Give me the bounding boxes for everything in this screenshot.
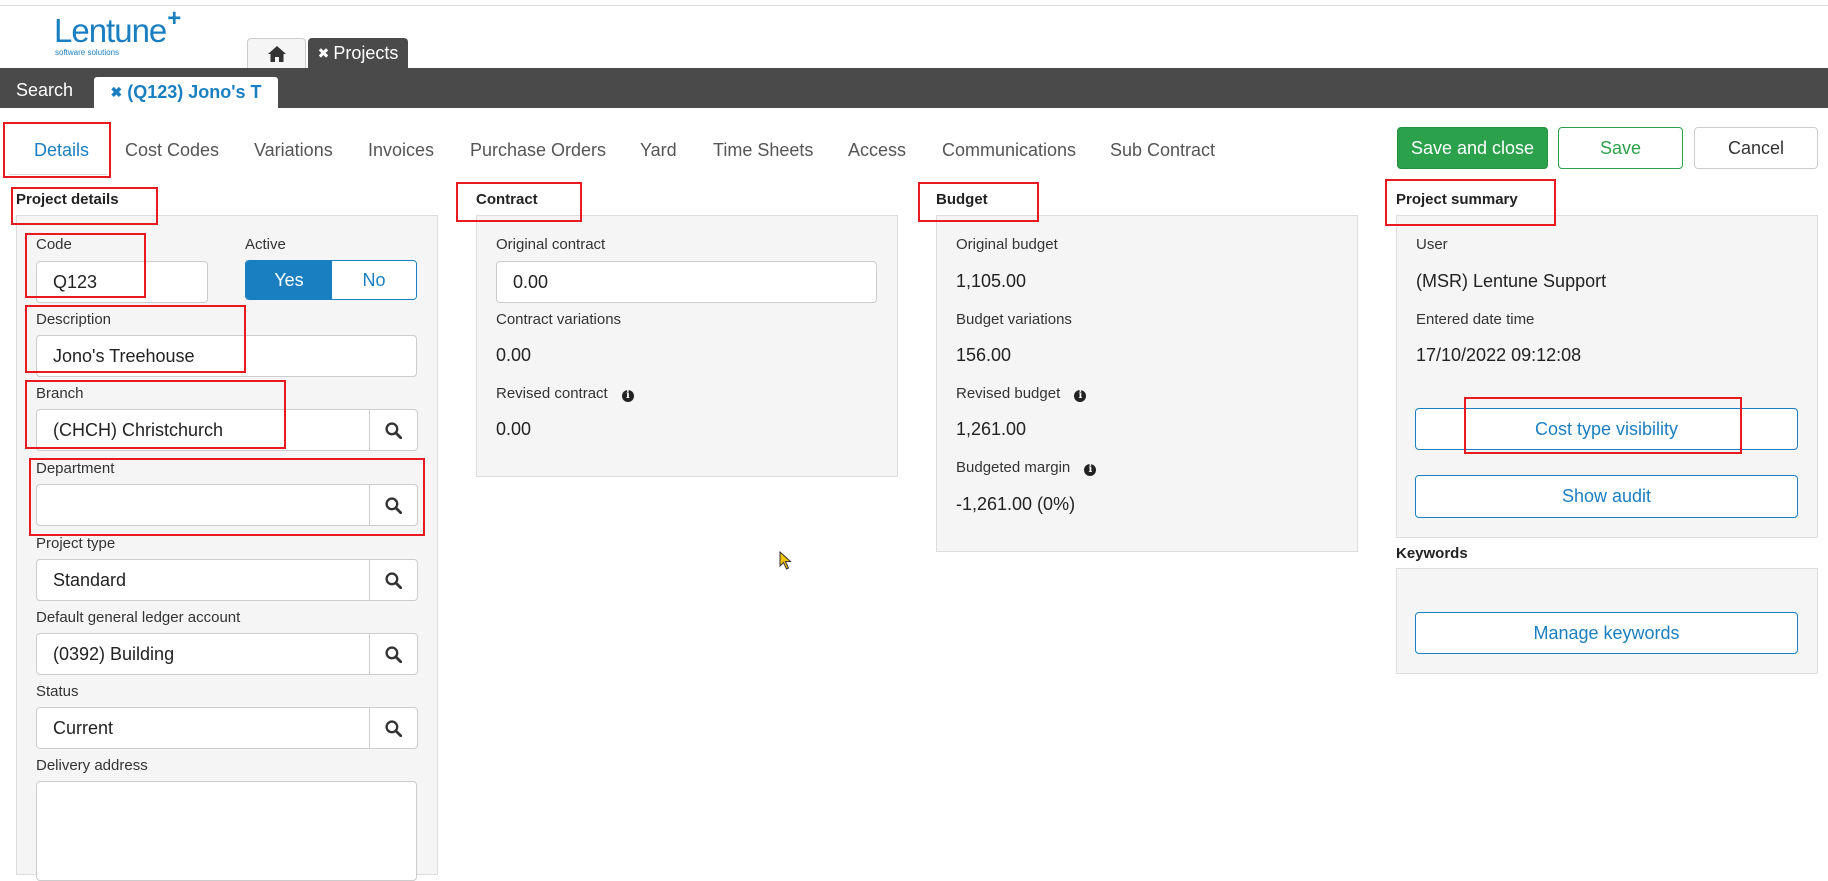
revised-budget-value: 1,261.00: [956, 419, 1027, 439]
tab-cost-codes[interactable]: Cost Codes: [125, 140, 219, 161]
budget-variations-label: Budget variations: [956, 311, 1072, 328]
manage-keywords-button[interactable]: Manage keywords: [1415, 612, 1798, 654]
info-icon[interactable]: i: [1074, 389, 1087, 402]
project-summary-title: Project summary: [1396, 191, 1518, 208]
contract-panel: [476, 215, 898, 477]
tab-invoices[interactable]: Invoices: [368, 140, 434, 161]
tab-variations[interactable]: Variations: [254, 140, 333, 161]
info-icon[interactable]: i: [1084, 463, 1097, 476]
project-type-search-button[interactable]: [369, 559, 418, 601]
search-icon: [385, 421, 402, 439]
status-search-button[interactable]: [369, 707, 418, 749]
revised-contract-label-text: Revised contract: [496, 385, 608, 402]
projects-tab-label: Projects: [333, 43, 399, 63]
department-search-button[interactable]: [369, 484, 418, 526]
revised-budget-label-text: Revised budget: [956, 385, 1061, 402]
original-contract-input[interactable]: 0.00: [496, 261, 877, 303]
branch-search-button[interactable]: [369, 409, 418, 451]
revised-contract-label: Revised contract i: [496, 385, 634, 402]
contract-variations-label: Contract variations: [496, 311, 622, 328]
original-contract-label: Original contract: [496, 236, 606, 253]
tab-communications[interactable]: Communications: [942, 140, 1076, 161]
department-input[interactable]: [36, 484, 370, 526]
active-toggle: Yes No: [245, 260, 417, 300]
tab-access[interactable]: Access: [848, 140, 906, 161]
gl-account-input[interactable]: (0392) Building: [36, 633, 370, 675]
status-label: Status: [36, 683, 79, 700]
search-icon: [385, 571, 402, 589]
project-window-tab-label: (Q123) Jono's T: [127, 82, 262, 102]
search-tab[interactable]: Search: [16, 80, 73, 101]
info-icon[interactable]: i: [621, 389, 634, 402]
project-details-title: Project details: [16, 191, 119, 208]
active-tab-underline: [9, 174, 107, 175]
project-type-label: Project type: [36, 535, 116, 552]
project-window-tab[interactable]: ✖ (Q123) Jono's T: [94, 77, 278, 108]
delivery-address-textarea[interactable]: [36, 781, 417, 881]
tab-sub-contract[interactable]: Sub Contract: [1110, 140, 1215, 161]
tab-purchase-orders[interactable]: Purchase Orders: [470, 140, 606, 161]
user-label: User: [1416, 236, 1448, 253]
search-icon: [385, 496, 402, 514]
user-value: (MSR) Lentune Support: [1416, 271, 1607, 291]
revised-budget-label: Revised budget i: [956, 385, 1087, 402]
tab-details[interactable]: Details: [34, 140, 89, 161]
budgeted-margin-label: Budgeted margin i: [956, 459, 1097, 476]
show-audit-button[interactable]: Show audit: [1415, 475, 1798, 518]
revised-contract-value: 0.00: [496, 419, 532, 439]
code-input[interactable]: Q123: [36, 261, 208, 303]
active-yes-button[interactable]: Yes: [246, 261, 332, 299]
close-icon[interactable]: ✖: [110, 84, 122, 101]
description-input[interactable]: Jono's Treehouse: [36, 335, 417, 377]
original-budget-value: 1,105.00: [956, 271, 1027, 291]
app-logo: Lentune+: [54, 7, 181, 49]
budget-variations-value: 156.00: [956, 345, 1012, 365]
department-label: Department: [36, 460, 115, 477]
logo-subtitle: software solutions: [55, 48, 120, 57]
delivery-address-label: Delivery address: [36, 757, 148, 774]
logo-text: Lentune: [54, 12, 167, 49]
mouse-cursor-icon: [779, 551, 792, 570]
home-icon: [267, 45, 286, 62]
branch-input[interactable]: (CHCH) Christchurch: [36, 409, 370, 451]
original-budget-label: Original budget: [956, 236, 1058, 253]
code-label: Code: [36, 236, 72, 253]
close-icon[interactable]: ✖: [318, 45, 330, 62]
contract-variations-value: 0.00: [496, 345, 532, 365]
active-no-button[interactable]: No: [332, 261, 416, 299]
tab-time-sheets[interactable]: Time Sheets: [713, 140, 813, 161]
contract-title: Contract: [476, 191, 538, 208]
gl-account-label: Default general ledger account: [36, 609, 241, 626]
budgeted-margin-label-text: Budgeted margin: [956, 459, 1071, 476]
project-type-input[interactable]: Standard: [36, 559, 370, 601]
cost-type-visibility-button[interactable]: Cost type visibility: [1415, 408, 1798, 450]
tab-yard[interactable]: Yard: [640, 140, 677, 161]
projects-app-tab[interactable]: ✖ Projects: [308, 38, 408, 68]
gl-account-search-button[interactable]: [369, 633, 418, 675]
search-icon: [385, 719, 402, 737]
budget-title: Budget: [936, 191, 988, 208]
budgeted-margin-value: -1,261.00 (0%): [956, 494, 1076, 514]
logo-plus: +: [167, 5, 181, 32]
description-label: Description: [36, 311, 112, 328]
top-divider: [0, 5, 1828, 6]
entered-date-value: 17/10/2022 09:12:08: [1416, 345, 1582, 365]
keywords-title: Keywords: [1396, 545, 1468, 562]
save-button[interactable]: Save: [1558, 127, 1683, 169]
home-tab[interactable]: [247, 38, 306, 68]
active-label: Active: [245, 236, 286, 253]
branch-label: Branch: [36, 385, 84, 402]
save-and-close-button[interactable]: Save and close: [1397, 127, 1548, 169]
entered-date-label: Entered date time: [1416, 311, 1535, 328]
cancel-button[interactable]: Cancel: [1694, 127, 1818, 169]
search-icon: [385, 645, 402, 663]
status-input[interactable]: Current: [36, 707, 370, 749]
